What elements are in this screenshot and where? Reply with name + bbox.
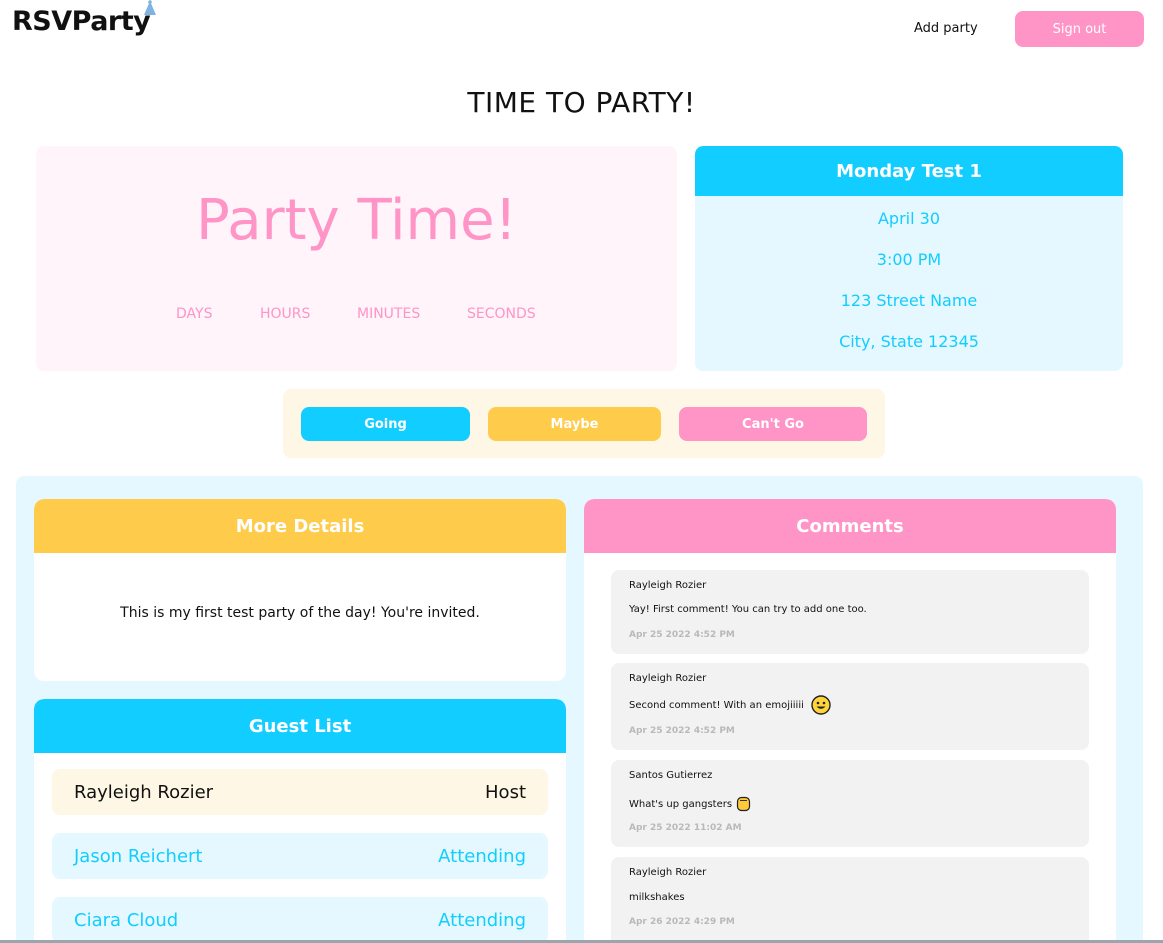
party-hat-icon — [144, 0, 156, 15]
comment-author: Rayleigh Rozier — [629, 867, 707, 878]
guest-status: Attending — [438, 845, 526, 867]
details-title: More Details — [34, 499, 566, 553]
party-date: April 30 — [877, 209, 940, 228]
party-time: 3:00 PM — [876, 250, 942, 269]
guest-list-title: Guest List — [34, 699, 566, 753]
comment-item: Rayleigh Rozier Yay! First comment! You … — [611, 570, 1089, 654]
comment-author: Rayleigh Rozier — [629, 673, 707, 684]
sign-out-button[interactable]: Sign out — [1015, 11, 1144, 47]
comment-text: Second comment! With an emojiiiii — [629, 700, 804, 711]
minutes-label: MINUTES — [357, 306, 421, 322]
smiley-icon — [811, 695, 831, 715]
comment-time: Apr 25 2022 11:02 AM — [629, 823, 742, 833]
comment-text: milkshakes — [629, 892, 685, 903]
comments-title: Comments — [584, 499, 1116, 553]
guest-status: Attending — [438, 909, 526, 931]
comment-item: Santos Gutierrez What's up gangsters Apr… — [611, 760, 1089, 847]
party-info-card: Monday Test 1 April 30 3:00 PM 123 Stree… — [695, 146, 1123, 371]
guest-status: Host — [485, 781, 526, 803]
maybe-button[interactable]: Maybe — [488, 407, 661, 441]
comment-text: Yay! First comment! You can try to add o… — [629, 604, 867, 615]
countdown-headline: Party Time! — [196, 188, 517, 253]
details-text: This is my first test party of the day! … — [120, 605, 480, 621]
logo-text: RSVParty — [12, 6, 151, 37]
hours-label: HOURS — [260, 306, 311, 322]
comment-author: Santos Gutierrez — [629, 770, 713, 781]
party-name: Monday Test 1 — [695, 146, 1123, 196]
cant-go-button[interactable]: Can't Go — [679, 407, 867, 441]
comments-card: Comments Rayleigh Rozier Yay! First comm… — [584, 499, 1116, 943]
comment-text: What's up gangsters — [629, 799, 733, 810]
party-city: City, State 12345 — [839, 332, 979, 351]
fist-icon — [737, 796, 751, 812]
details-card: More Details This is my first test party… — [34, 499, 566, 681]
page-title: TIME TO PARTY! — [467, 86, 696, 119]
guest-row: Jason Reichert Attending — [52, 833, 548, 879]
comment-item: Rayleigh Rozier Second comment! With an … — [611, 663, 1089, 750]
days-label: DAYS — [176, 306, 213, 322]
guest-name: Ciara Cloud — [74, 909, 179, 931]
guest-name: Jason Reichert — [74, 845, 203, 867]
party-street: 123 Street Name — [840, 291, 978, 310]
comment-item: Rayleigh Rozier milkshakes Apr 26 2022 4… — [611, 857, 1089, 943]
logo[interactable]: RSVParty — [12, 0, 156, 37]
seconds-label: SECONDS — [467, 306, 536, 322]
guest-name: Rayleigh Rozier — [74, 781, 214, 803]
comment-text-row: What's up gangsters — [629, 796, 751, 812]
add-party-link[interactable]: Add party — [914, 21, 978, 36]
comment-author: Rayleigh Rozier — [629, 580, 707, 591]
comment-time: Apr 25 2022 4:52 PM — [629, 726, 735, 736]
comment-time: Apr 26 2022 4:29 PM — [629, 917, 735, 927]
countdown-panel — [36, 146, 677, 371]
comment-text-row: Second comment! With an emojiiiii — [629, 695, 831, 715]
top-navbar: RSVParty Add party Sign out — [0, 0, 1163, 60]
guest-row: Rayleigh Rozier Host — [52, 769, 548, 815]
guest-row: Ciara Cloud Attending — [52, 897, 548, 943]
going-button[interactable]: Going — [301, 407, 470, 441]
comment-time: Apr 25 2022 4:52 PM — [629, 630, 735, 640]
guest-list-card: Guest List Rayleigh Rozier Host Jason Re… — [34, 699, 566, 943]
